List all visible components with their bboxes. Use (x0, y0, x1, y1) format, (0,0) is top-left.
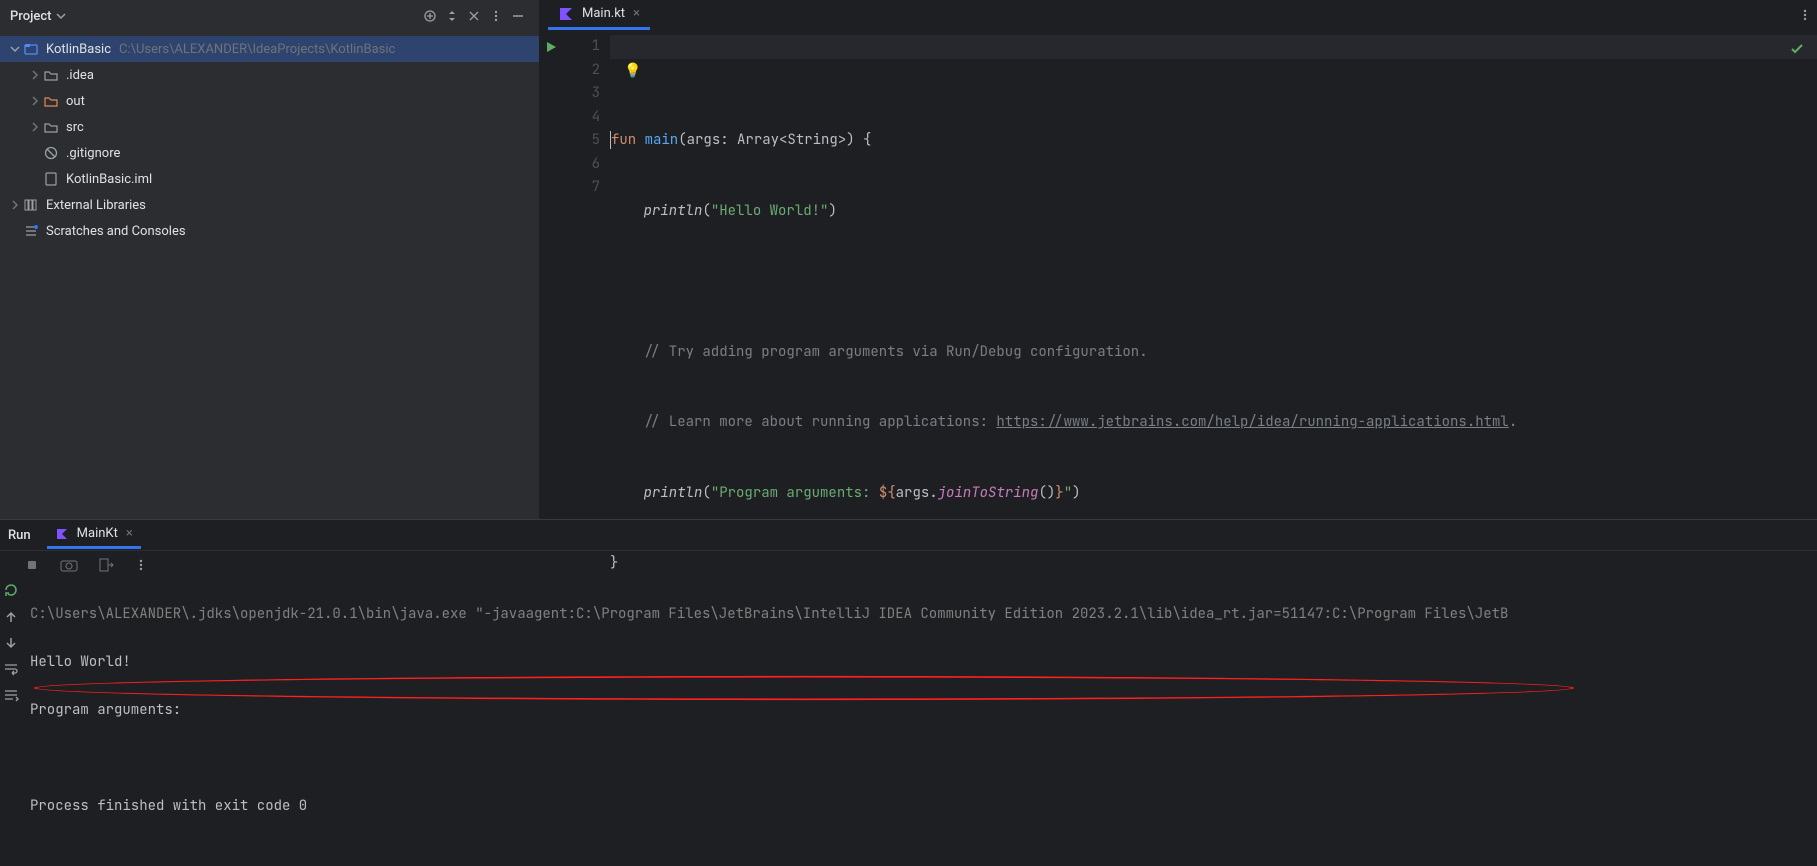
console-cmd-line: C:\Users\ALEXANDER\.jdks\openjdk-21.0.1\… (30, 602, 1809, 626)
current-line-highlight (610, 35, 1817, 59)
soft-wrap-icon[interactable] (3, 662, 19, 676)
console-line: Program arguments: (30, 698, 1809, 722)
line-number: 7 (562, 176, 600, 200)
down-arrow-icon[interactable] (4, 636, 18, 650)
close-icon[interactable]: × (633, 6, 640, 21)
more-icon[interactable] (134, 558, 148, 572)
chevron-right-icon (30, 122, 40, 132)
iml-icon (42, 170, 60, 188)
intention-bulb-icon[interactable]: 💡 (624, 60, 641, 84)
tree-item-label: External Libraries (46, 198, 146, 213)
folder-icon (42, 118, 60, 136)
line-number: 2 (562, 59, 600, 83)
tree-item-gitignore[interactable]: .gitignore (0, 140, 539, 166)
kotlin-run-icon (55, 527, 69, 541)
chevron-right-icon (10, 200, 20, 210)
editor-tab-bar: Main.kt × (540, 0, 1817, 31)
tree-item-label: src (66, 120, 84, 135)
tree-item-label: Scratches and Consoles (46, 224, 186, 239)
line-number: 3 (562, 82, 600, 106)
tree-item-label: .idea (66, 68, 94, 83)
folder-orange-icon (42, 92, 60, 110)
project-panel-title[interactable]: Project (10, 9, 51, 24)
expand-all-icon[interactable] (441, 5, 463, 27)
library-icon (22, 196, 40, 214)
tree-item-label: KotlinBasic.iml (66, 172, 152, 187)
up-arrow-icon[interactable] (4, 610, 18, 624)
gitignore-icon (42, 144, 60, 162)
project-root-path: C:\Users\ALEXANDER\IdeaProjects\KotlinBa… (119, 42, 395, 57)
project-panel: Project KotlinBasic C:\Users\ALEXANDER\I… (0, 0, 540, 519)
chevron-right-icon (30, 70, 40, 80)
scratches-icon (22, 222, 40, 240)
tree-item-label: .gitignore (66, 146, 120, 161)
console-exit-line: Process finished with exit code 0 (30, 794, 1809, 818)
minimize-icon[interactable] (507, 5, 529, 27)
close-icon[interactable]: × (126, 526, 133, 541)
scroll-to-end-icon[interactable] (3, 688, 19, 702)
panel-options-icon[interactable] (485, 5, 507, 27)
line-number: 5 (562, 129, 600, 153)
tree-item-idea[interactable]: .idea (0, 62, 539, 88)
camera-icon[interactable] (60, 558, 78, 572)
project-tree: KotlinBasic C:\Users\ALEXANDER\IdeaProje… (0, 32, 539, 519)
line-number: 1 (562, 35, 600, 59)
project-root-row[interactable]: KotlinBasic C:\Users\ALEXANDER\IdeaProje… (0, 36, 539, 62)
console-output[interactable]: C:\Users\ALEXANDER\.jdks\openjdk-21.0.1\… (22, 578, 1817, 866)
exit-icon[interactable] (98, 557, 114, 573)
rerun-icon[interactable] (24, 557, 40, 573)
kotlin-file-icon (558, 6, 574, 22)
run-toolbar (0, 550, 1817, 578)
tree-item-label: out (66, 94, 85, 109)
rerun-green-icon[interactable] (3, 582, 19, 598)
chevron-down-icon (10, 44, 20, 54)
run-side-toolbar (0, 578, 22, 866)
chevron-right-icon (30, 96, 40, 106)
run-tab-label: MainKt (77, 526, 118, 541)
run-tab-mainkt[interactable]: MainKt × (47, 521, 141, 549)
editor-tab-label: Main.kt (582, 6, 625, 21)
line-number: 6 (562, 153, 600, 177)
tree-external-libraries[interactable]: External Libraries (0, 192, 539, 218)
tree-item-out[interactable]: out (0, 88, 539, 114)
collapse-all-icon[interactable] (463, 5, 485, 27)
tree-scratches[interactable]: Scratches and Consoles (0, 218, 539, 244)
run-tool-label[interactable]: Run (8, 528, 31, 543)
tree-item-src[interactable]: src (0, 114, 539, 140)
run-tab-bar: Run MainKt × (0, 520, 1817, 550)
run-gutter-icon[interactable] (540, 35, 562, 59)
project-panel-header: Project (0, 0, 539, 32)
chevron-down-icon[interactable] (55, 10, 67, 22)
select-opened-file-icon[interactable] (419, 5, 441, 27)
run-panel: Run MainKt × C:\Users\ALEXANDER\.jdks\op… (0, 519, 1817, 866)
console-line: Hello World! (30, 650, 1809, 674)
tree-item-iml[interactable]: KotlinBasic.iml (0, 166, 539, 192)
project-icon (22, 40, 40, 58)
folder-icon (42, 66, 60, 84)
editor-tab-options-icon[interactable] (1793, 8, 1817, 22)
inspections-ok-icon[interactable] (1789, 41, 1805, 57)
editor-panel: Main.kt × 1 2 3 4 5 6 7 💡 fun main( (540, 0, 1817, 519)
project-root-name: KotlinBasic (46, 42, 111, 57)
editor-tab-main[interactable]: Main.kt × (548, 0, 650, 30)
line-number: 4 (562, 106, 600, 130)
